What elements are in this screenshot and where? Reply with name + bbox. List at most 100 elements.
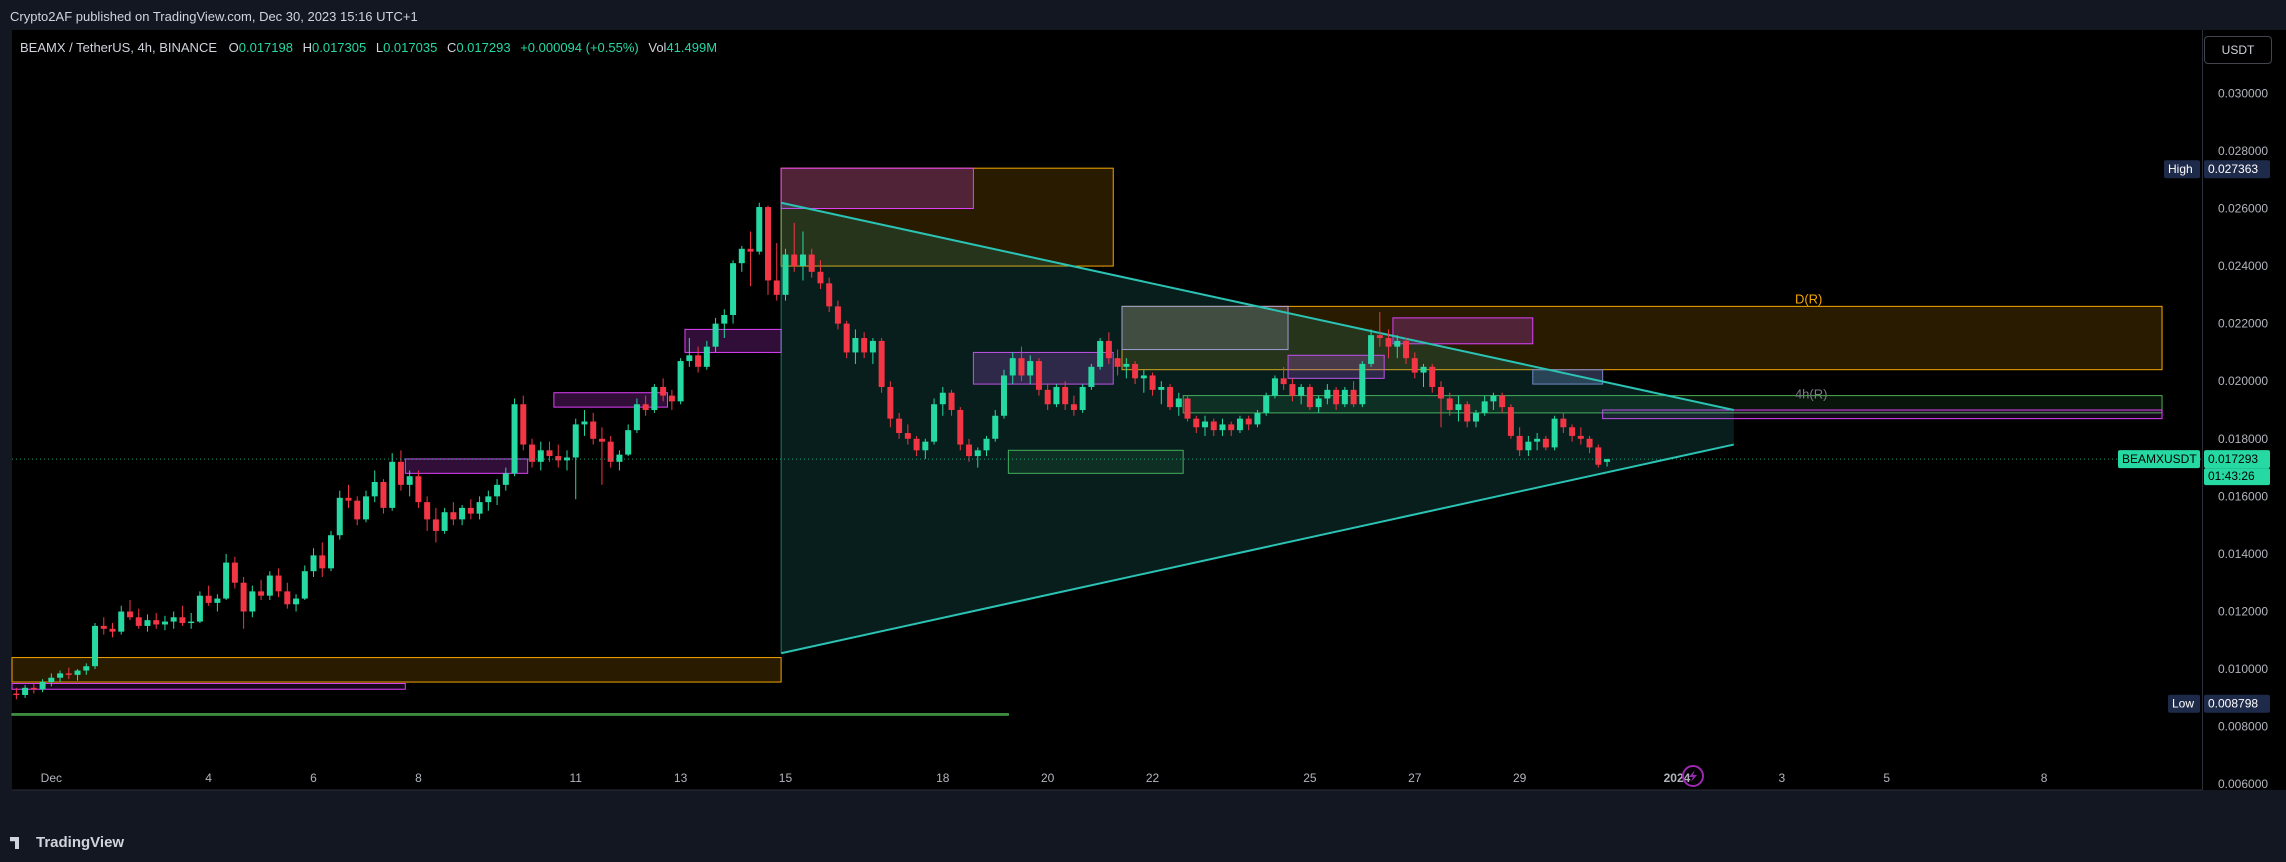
candle-body (424, 502, 431, 520)
candle-body (362, 496, 369, 520)
candle-body (1534, 438, 1541, 442)
candle-body (1271, 378, 1278, 396)
candle-body (48, 677, 55, 683)
x-tick-label: Dec (41, 771, 62, 785)
candle-body (1184, 398, 1191, 419)
candle-body (83, 666, 90, 671)
candle-body (1455, 404, 1462, 410)
x-tick-label: 11 (569, 771, 582, 785)
candle-body (817, 271, 824, 284)
candle-body (476, 502, 483, 514)
candle-body (1027, 361, 1034, 376)
candle-body (1446, 398, 1453, 410)
x-tick-label: 8 (2041, 771, 2048, 785)
candle-body (1507, 407, 1514, 436)
candle-body (546, 450, 553, 457)
candle-body (319, 555, 326, 569)
candle-body (494, 484, 501, 497)
candle-body (922, 441, 929, 451)
symbol-badge: BEAMXUSDT (2122, 452, 2197, 466)
order-block-zone (404, 458, 529, 474)
candle-body (974, 450, 981, 457)
support-line (11, 713, 1009, 716)
candle-body (284, 591, 291, 605)
candle-body (240, 582, 247, 612)
y-tick-label: 0.008000 (2218, 720, 2268, 734)
candle-body (1595, 447, 1602, 465)
candle-body (1202, 421, 1209, 428)
candle-body (773, 280, 780, 295)
candle-body (590, 421, 597, 439)
candle-body (328, 535, 335, 569)
candle-body (1280, 378, 1287, 385)
candle-body (397, 461, 404, 485)
y-tick-label: 0.030000 (2218, 86, 2268, 100)
candle-body (1062, 386, 1069, 405)
candle-body (1368, 335, 1375, 364)
candle-body (703, 346, 710, 367)
candle-body (1560, 418, 1567, 428)
y-tick-label: 0.018000 (2218, 432, 2268, 446)
order-block-zone (780, 167, 974, 209)
candle-body (834, 306, 841, 324)
candle-body (1088, 366, 1095, 387)
candle-body (686, 355, 693, 362)
zone-annotation: D(R) (1795, 291, 1822, 306)
candle-body (135, 617, 142, 626)
x-tick-label: 4 (205, 771, 212, 785)
candle-body (214, 598, 221, 603)
candle-body (1324, 389, 1331, 399)
candle-body (957, 410, 964, 445)
low-value: 0.008798 (2208, 697, 2258, 711)
candle-body (616, 454, 623, 462)
candle-body (354, 500, 361, 520)
candle-body (380, 481, 387, 508)
candlestick-chart[interactable]: D(R) 4h(R) 0.030000 0.028000 0.026000 0.0240… (0, 0, 2286, 822)
x-tick-label: 22 (1146, 771, 1160, 785)
tradingview-logo[interactable]: TradingView (10, 834, 124, 851)
candle-body (642, 404, 649, 410)
candle-body (1053, 386, 1060, 405)
candle-body (555, 456, 562, 461)
candle-body (467, 507, 474, 514)
candle-body (223, 562, 230, 599)
candle-body (1333, 389, 1340, 405)
footer: TradingView (0, 822, 2286, 862)
candle-body (1359, 363, 1366, 405)
candle-body (1035, 361, 1042, 390)
candle-body (1437, 386, 1444, 399)
candle-body (695, 355, 702, 367)
brand-name: TradingView (36, 834, 125, 851)
candle-body (939, 392, 946, 405)
candle-body (826, 283, 833, 307)
candle-body (1263, 395, 1270, 413)
candle-body (1306, 386, 1313, 408)
x-tick-label: 25 (1303, 771, 1317, 785)
candle-body (389, 461, 396, 508)
candle-body (1018, 358, 1025, 376)
candle-body (1298, 386, 1305, 396)
candle-body (1341, 389, 1348, 405)
candle-body (109, 628, 116, 632)
candle-body (1551, 418, 1558, 448)
bar-countdown: 01:43:26 (2208, 469, 2255, 483)
candle-body (1499, 395, 1506, 408)
candle-body (869, 340, 876, 353)
zone-annotation: 4h(R) (1795, 386, 1828, 401)
candle-body (170, 617, 177, 622)
candle-body (1403, 340, 1410, 359)
candle-body (161, 621, 168, 625)
candle-body (931, 404, 938, 442)
order-block-zone (553, 392, 669, 408)
candle-body (913, 438, 920, 451)
candle-body (677, 361, 684, 402)
candle-body (153, 620, 160, 625)
candle-body (843, 323, 850, 353)
candle-body (415, 476, 422, 503)
candle-body (179, 617, 186, 624)
candle-body (712, 323, 719, 347)
candle-body (310, 555, 317, 572)
candle-body (1464, 404, 1471, 422)
candle-body (1009, 358, 1016, 376)
candle-body (747, 248, 754, 252)
